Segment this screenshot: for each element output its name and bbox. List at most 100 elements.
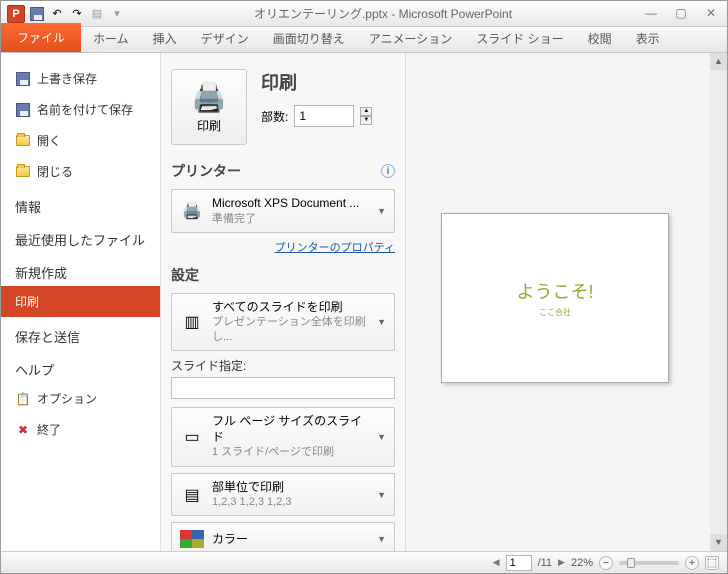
save-icon[interactable] — [29, 6, 45, 22]
sidebar-item-options[interactable]: 📋 オプション — [1, 383, 160, 414]
slides-range-input[interactable] — [171, 377, 395, 399]
print-preview: ようこそ! ここ合社 ▲ ▼ — [406, 53, 727, 551]
sidebar-item-print[interactable]: 印刷 — [1, 286, 160, 317]
fit-to-window-button[interactable]: ⬚ — [705, 556, 719, 570]
next-page-button[interactable]: ▶ — [558, 557, 565, 568]
tab-slideshow[interactable]: スライド ショー — [464, 25, 575, 52]
sidebar-item-save-as[interactable]: 名前を付けて保存 — [1, 94, 160, 125]
prev-page-button[interactable]: ◀ — [493, 557, 500, 568]
sidebar-item-save[interactable]: 上書き保存 — [1, 63, 160, 94]
page-total: /11 — [538, 557, 552, 569]
color-title: カラー — [212, 532, 369, 548]
undo-icon[interactable]: ↶ — [49, 6, 65, 22]
printer-section-header: プリンター — [171, 161, 241, 181]
minimize-button[interactable]: — — [641, 6, 661, 22]
disk-icon — [15, 71, 31, 87]
tab-home[interactable]: ホーム — [81, 25, 141, 52]
chevron-down-icon: ▼ — [377, 534, 386, 544]
printer-status: 準備完了 — [212, 212, 369, 226]
vertical-scrollbar[interactable]: ▲ ▼ — [710, 53, 727, 551]
redo-icon[interactable]: ↷ — [69, 6, 85, 22]
qat-icon[interactable]: ▤ — [89, 6, 105, 22]
print-range-sub: プレゼンテーション全体を印刷し... — [212, 315, 369, 344]
print-heading: 印刷 — [261, 69, 374, 95]
collate-icon: ▤ — [180, 485, 204, 505]
print-range-dropdown[interactable]: ▥ すべてのスライドを印刷 プレゼンテーション全体を印刷し... ▼ — [171, 293, 395, 351]
sidebar-item-label: 印刷 — [15, 293, 39, 310]
printer-dropdown[interactable]: 🖨️ Microsoft XPS Document ... 準備完了 ▼ — [171, 189, 395, 233]
scroll-up-icon[interactable]: ▲ — [710, 53, 727, 70]
tab-design[interactable]: デザイン — [189, 25, 261, 52]
sidebar-item-label: 開く — [37, 132, 61, 149]
collate-title: 部単位で印刷 — [212, 480, 369, 496]
chevron-down-icon: ▼ — [377, 432, 386, 442]
sidebar-item-help[interactable]: ヘルプ — [1, 350, 160, 383]
tab-transitions[interactable]: 画面切り替え — [261, 25, 357, 52]
tab-review[interactable]: 校閲 — [576, 25, 624, 52]
window-controls: — ▢ ✕ — [641, 6, 721, 22]
sidebar-item-label: オプション — [37, 390, 97, 407]
qat-icon[interactable]: ▾ — [109, 6, 125, 22]
print-settings-column: 🖨️ 印刷 印刷 部数: ▲▼ プリンター i 🖨️ — [161, 53, 406, 551]
sidebar-item-new[interactable]: 新規作成 — [1, 253, 160, 286]
sidebar-item-label: 上書き保存 — [37, 70, 97, 87]
slide-subtitle-text: ここ合社 — [539, 307, 571, 318]
print-button-label: 印刷 — [197, 117, 221, 134]
title-bar: P ↶ ↷ ▤ ▾ オリエンテーリング.pptx - Microsoft Pow… — [1, 1, 727, 27]
sidebar-item-open[interactable]: 開く — [1, 125, 160, 156]
sidebar-item-share[interactable]: 保存と送信 — [1, 317, 160, 350]
sidebar-item-recent[interactable]: 最近使用したファイル — [1, 220, 160, 253]
options-icon: 📋 — [15, 391, 31, 407]
slides-icon: ▥ — [180, 312, 204, 332]
ribbon-tabs: ファイル ホーム 挿入 デザイン 画面切り替え アニメーション スライド ショー… — [1, 27, 727, 53]
zoom-slider[interactable] — [619, 561, 679, 565]
folder-icon — [15, 133, 31, 149]
zoom-level: 22% — [571, 557, 593, 569]
print-button[interactable]: 🖨️ 印刷 — [171, 69, 247, 145]
maximize-button[interactable]: ▢ — [671, 6, 691, 22]
chevron-down-icon: ▼ — [377, 317, 386, 327]
zoom-thumb[interactable] — [627, 558, 635, 568]
sidebar-item-info[interactable]: 情報 — [1, 187, 160, 220]
status-bar: ◀ /11 ▶ 22% − + ⬚ — [1, 551, 727, 573]
sidebar-item-close[interactable]: 閉じる — [1, 156, 160, 187]
zoom-in-button[interactable]: + — [685, 556, 699, 570]
backstage-view: 上書き保存 名前を付けて保存 開く 閉じる 情報 最近使用したファイル 新規作成… — [1, 53, 727, 551]
app-icon[interactable]: P — [7, 5, 25, 23]
page-number-input[interactable] — [506, 555, 532, 571]
printer-icon: 🖨️ — [180, 201, 204, 221]
zoom-out-button[interactable]: − — [599, 556, 613, 570]
close-button[interactable]: ✕ — [701, 6, 721, 22]
slide-title-text: ようこそ! — [516, 278, 593, 304]
backstage-content: 🖨️ 印刷 印刷 部数: ▲▼ プリンター i 🖨️ — [161, 53, 727, 551]
printer-properties-link[interactable]: プリンターのプロパティ — [171, 239, 395, 255]
copies-input[interactable] — [294, 105, 354, 127]
layout-dropdown[interactable]: ▭ フル ページ サイズのスライド 1 スライド/ページで印刷 ▼ — [171, 407, 395, 466]
collate-sub: 1,2,3 1,2,3 1,2,3 — [212, 495, 369, 509]
sidebar-item-label: 閉じる — [37, 163, 73, 180]
info-icon[interactable]: i — [381, 164, 395, 178]
sidebar-item-label: 終了 — [37, 421, 61, 438]
quick-access-toolbar: P ↶ ↷ ▤ ▾ — [7, 5, 125, 23]
tab-insert[interactable]: 挿入 — [141, 25, 189, 52]
color-dropdown[interactable]: カラー ▼ — [171, 522, 395, 551]
tab-animations[interactable]: アニメーション — [357, 25, 465, 52]
chevron-down-icon: ▼ — [377, 206, 386, 216]
collate-dropdown[interactable]: ▤ 部単位で印刷 1,2,3 1,2,3 1,2,3 ▼ — [171, 473, 395, 517]
backstage-sidebar: 上書き保存 名前を付けて保存 開く 閉じる 情報 最近使用したファイル 新規作成… — [1, 53, 161, 551]
printer-name: Microsoft XPS Document ... — [212, 196, 369, 212]
printer-icon: 🖨️ — [192, 81, 227, 114]
chevron-down-icon: ▼ — [377, 490, 386, 500]
tab-file[interactable]: ファイル — [1, 23, 81, 52]
print-range-title: すべてのスライドを印刷 — [212, 300, 369, 316]
color-icon — [180, 529, 204, 549]
layout-sub: 1 スライド/ページで印刷 — [212, 445, 369, 459]
page-icon: ▭ — [180, 427, 204, 447]
scroll-down-icon[interactable]: ▼ — [710, 534, 727, 551]
sidebar-item-label: 名前を付けて保存 — [37, 101, 133, 118]
window-title: オリエンテーリング.pptx - Microsoft PowerPoint — [125, 5, 641, 22]
layout-title: フル ページ サイズのスライド — [212, 414, 369, 445]
copies-spinner[interactable]: ▲▼ — [360, 107, 374, 125]
sidebar-item-exit[interactable]: ✖終了 — [1, 414, 160, 445]
tab-view[interactable]: 表示 — [624, 25, 672, 52]
